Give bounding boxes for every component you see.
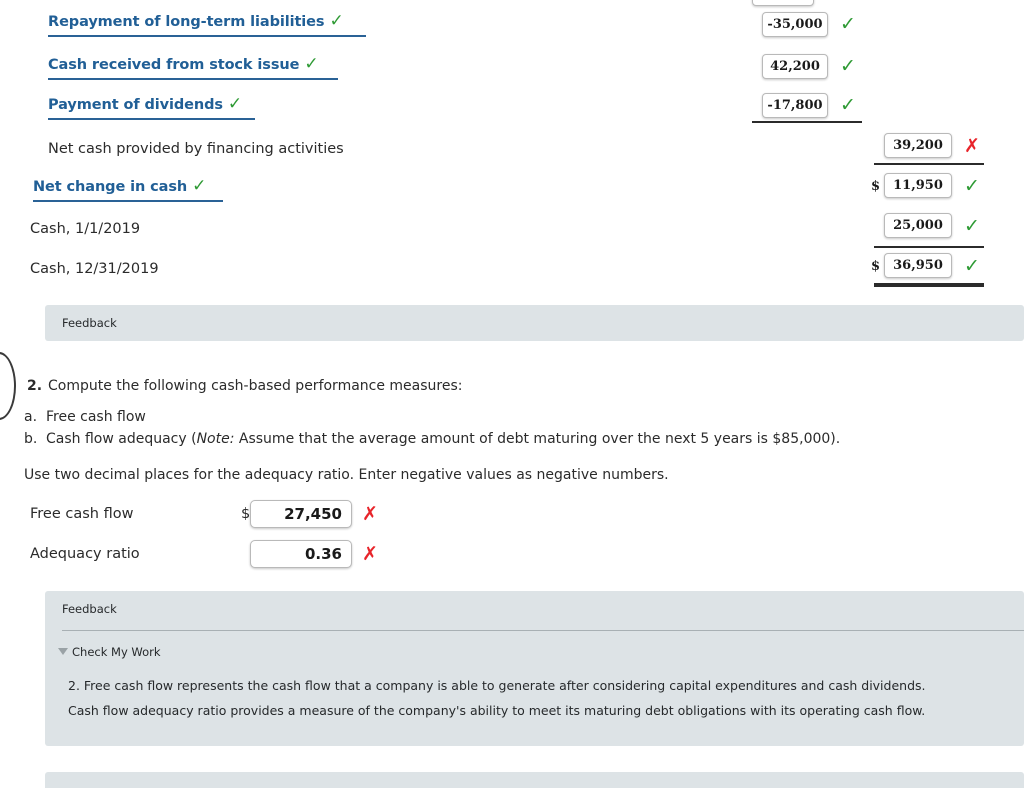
feedback-panel-top (45, 305, 1024, 341)
item-b-post: Assume that the average amount of debt m… (234, 431, 841, 447)
status-icon-correct-net-change: ✓ (964, 175, 980, 197)
label-underline (48, 35, 366, 37)
check-my-work-toggle[interactable]: Check My Work (72, 645, 161, 659)
status-icon-correct-dividends: ✓ (840, 94, 856, 116)
status-icon-incorrect-net-financing: ✗ (964, 135, 980, 157)
question-group-brace (0, 352, 16, 420)
feedback-label-top: Feedback (62, 316, 117, 330)
statement-row-label-text: Cash received from stock issue (48, 57, 300, 73)
check-icon: ✓ (192, 176, 207, 196)
value-input-cutoff[interactable] (752, 0, 814, 6)
value-input-dividends[interactable]: -17,800 (762, 93, 828, 118)
statement-row-label-text: Repayment of long-term liabilities (48, 14, 325, 30)
question-instruction: Use two decimal places for the adequacy … (24, 467, 669, 483)
statement-row-label-repayment[interactable]: Repayment of long-term liabilities ✓ (48, 11, 366, 37)
label-underline (48, 118, 255, 120)
statement-row-label-text: Net change in cash (33, 179, 188, 195)
status-icon-correct-repayment: ✓ (840, 13, 856, 35)
statement-row-label-text: Payment of dividends (48, 97, 223, 113)
value-input-repayment[interactable]: -35,000 (762, 12, 828, 37)
statement-row-label-net-financing: Net cash provided by financing activitie… (48, 141, 344, 157)
question-number: 2. (27, 378, 43, 394)
question-item-b-text: Cash flow adequacy (Note: Assume that th… (46, 431, 840, 447)
question-item-a-text: Free cash flow (46, 409, 146, 425)
currency-symbol-free-cash-flow: $ (241, 506, 251, 522)
statement-row-label-cash-end: Cash, 12/31/2019 (30, 261, 159, 277)
status-icon-correct-cash-begin: ✓ (964, 215, 980, 237)
statement-row-label-net-change[interactable]: Net change in cash ✓ (33, 176, 223, 202)
check-icon: ✓ (227, 94, 243, 114)
status-icon-incorrect-free-cash-flow: ✗ (362, 503, 378, 525)
item-b-note: Note: (196, 431, 235, 447)
subtotal-rule-column-2 (874, 163, 984, 165)
label-underline (48, 78, 338, 80)
value-input-cash-end[interactable]: 36,950 (884, 253, 952, 278)
subtotal-rule-column-1 (752, 121, 862, 123)
answer-input-free-cash-flow[interactable]: 27,450 (250, 500, 352, 528)
question-item-a-letter: a. (24, 409, 38, 425)
status-icon-correct-cash-end: ✓ (964, 255, 980, 277)
feedback-divider (62, 630, 1024, 631)
question-prompt: Compute the following cash-based perform… (48, 378, 463, 394)
exercise-page: Repayment of long-term liabilities ✓ -35,… (0, 0, 1024, 788)
label-underline (33, 200, 223, 202)
answer-input-adequacy-ratio[interactable]: 0.36 (250, 540, 352, 568)
value-input-net-financing[interactable]: 39,200 (884, 133, 952, 158)
chevron-down-icon[interactable] (58, 648, 68, 655)
feedback-panel-next (45, 772, 1024, 788)
check-icon: ✓ (304, 54, 319, 74)
item-b-pre: Cash flow adequacy ( (46, 431, 197, 447)
feedback-panel-bottom (45, 591, 1024, 746)
question-item-b-letter: b. (24, 431, 38, 447)
value-input-stock-issue[interactable]: 42,200 (762, 54, 828, 79)
value-input-cash-begin[interactable]: 25,000 (884, 213, 952, 238)
statement-row-label-dividends[interactable]: Payment of dividends ✓ (48, 94, 255, 120)
statement-row-label-stock-issue[interactable]: Cash received from stock issue ✓ (48, 54, 338, 80)
statement-row-label-cash-begin: Cash, 1/1/2019 (30, 221, 141, 237)
feedback-text-line-1: 2. Free cash flow represents the cash fl… (68, 678, 926, 693)
answer-label-adequacy-ratio: Adequacy ratio (30, 546, 140, 562)
feedback-label-bottom: Feedback (62, 602, 117, 616)
currency-symbol-cash-end: $ (871, 259, 881, 274)
currency-symbol-net-change: $ (871, 179, 881, 194)
status-icon-correct-stock-issue: ✓ (840, 55, 856, 77)
total-rule-column-2 (874, 246, 984, 248)
feedback-text-line-2: Cash flow adequacy ratio provides a meas… (68, 703, 926, 718)
value-input-net-change[interactable]: 11,950 (884, 173, 952, 198)
answer-label-free-cash-flow: Free cash flow (30, 506, 134, 522)
status-icon-incorrect-adequacy-ratio: ✗ (362, 543, 378, 565)
grand-total-double-rule (874, 283, 984, 287)
check-icon: ✓ (329, 11, 344, 31)
